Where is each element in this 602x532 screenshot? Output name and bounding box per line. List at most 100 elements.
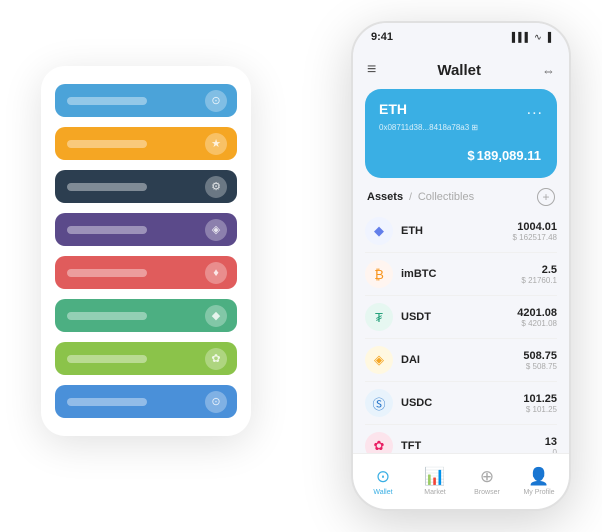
asset-name: TFT bbox=[401, 440, 545, 452]
asset-usd: $ 508.75 bbox=[523, 362, 557, 371]
card-label bbox=[67, 398, 147, 406]
asset-amount: 2.5 bbox=[521, 264, 557, 276]
expand-icon[interactable]: ⇔ bbox=[542, 63, 555, 78]
asset-amount: 508.75 bbox=[523, 350, 557, 362]
nav-icon: 👤 bbox=[528, 467, 549, 487]
asset-info: TFT bbox=[401, 440, 545, 452]
add-asset-button[interactable]: + bbox=[537, 188, 555, 206]
asset-info: ETH bbox=[401, 225, 513, 237]
asset-amounts: 13 0 bbox=[545, 436, 557, 454]
asset-name: DAI bbox=[401, 354, 523, 366]
status-bar: 9:41 ▌▌▌ ∿ ▐ bbox=[353, 23, 569, 51]
wallet-card-row[interactable]: ✿ bbox=[55, 342, 237, 375]
nav-icon: ⊙ bbox=[376, 467, 390, 487]
asset-amount: 101.25 bbox=[523, 393, 557, 405]
card-label bbox=[67, 140, 147, 148]
asset-usd: $ 21760.1 bbox=[521, 276, 557, 285]
asset-item[interactable]: ◈ DAI 508.75 $ 508.75 bbox=[365, 339, 557, 382]
wallet-card-row[interactable]: ⚙ bbox=[55, 170, 237, 203]
wallet-card-row[interactable]: ★ bbox=[55, 127, 237, 160]
header-title: Wallet bbox=[437, 62, 481, 79]
card-label bbox=[67, 183, 147, 191]
asset-logo-eth: ◆ bbox=[365, 217, 393, 245]
asset-amounts: 101.25 $ 101.25 bbox=[523, 393, 557, 414]
card-label bbox=[67, 226, 147, 234]
card-icon: ⊙ bbox=[205, 90, 227, 112]
asset-amounts: 1004.01 $ 162517.48 bbox=[513, 221, 558, 242]
card-icon: ♦ bbox=[205, 262, 227, 284]
nav-item-market[interactable]: 📊 Market bbox=[413, 467, 457, 496]
nav-item-wallet[interactable]: ⊙ Wallet bbox=[361, 467, 405, 496]
asset-amounts: 2.5 $ 21760.1 bbox=[521, 264, 557, 285]
wallet-card-row[interactable]: ⊙ bbox=[55, 84, 237, 117]
asset-logo-usdt: ₮ bbox=[365, 303, 393, 331]
tab-separator: / bbox=[409, 192, 412, 203]
battery-icon: ▐ bbox=[545, 32, 551, 42]
wallet-card-list: ⊙ ★ ⚙ ◈ ♦ ◆ ✿ ⊙ bbox=[41, 66, 251, 436]
asset-usd: $ 101.25 bbox=[523, 405, 557, 414]
nav-label: My Profile bbox=[523, 489, 554, 496]
eth-card-menu[interactable]: ... bbox=[527, 101, 543, 119]
asset-item[interactable]: Ⓢ USDC 101.25 $ 101.25 bbox=[365, 382, 557, 425]
wifi-icon: ∿ bbox=[534, 32, 542, 43]
asset-name: USDT bbox=[401, 311, 517, 323]
asset-logo-imbtc: ₿ bbox=[365, 260, 393, 288]
asset-item[interactable]: ◆ ETH 1004.01 $ 162517.48 bbox=[365, 210, 557, 253]
wallet-card-row[interactable]: ◆ bbox=[55, 299, 237, 332]
menu-icon[interactable]: ≡ bbox=[367, 61, 376, 79]
status-time: 9:41 bbox=[371, 31, 393, 43]
eth-card-top: ETH ... bbox=[379, 101, 543, 119]
nav-item-browser[interactable]: ⊕ Browser bbox=[465, 467, 509, 496]
nav-icon: 📊 bbox=[424, 467, 445, 487]
status-icons: ▌▌▌ ∿ ▐ bbox=[512, 32, 551, 43]
asset-item[interactable]: ✿ TFT 13 0 bbox=[365, 425, 557, 453]
tab-collectibles[interactable]: Collectibles bbox=[418, 191, 474, 203]
card-label bbox=[67, 269, 147, 277]
asset-info: imBTC bbox=[401, 268, 521, 280]
wallet-card-row[interactable]: ♦ bbox=[55, 256, 237, 289]
card-icon: ★ bbox=[205, 133, 227, 155]
asset-item[interactable]: ₿ imBTC 2.5 $ 21760.1 bbox=[365, 253, 557, 296]
asset-name: ETH bbox=[401, 225, 513, 237]
asset-usd: $ 4201.08 bbox=[517, 319, 557, 328]
asset-name: USDC bbox=[401, 397, 523, 409]
asset-logo-tft: ✿ bbox=[365, 432, 393, 453]
asset-list: ◆ ETH 1004.01 $ 162517.48 ₿ imBTC 2.5 $ … bbox=[353, 210, 569, 453]
nav-icon: ⊕ bbox=[480, 467, 494, 487]
wallet-card-row[interactable]: ◈ bbox=[55, 213, 237, 246]
assets-tabs: Assets / Collectibles + bbox=[353, 188, 569, 206]
nav-label: Wallet bbox=[373, 489, 392, 496]
card-icon: ◈ bbox=[205, 219, 227, 241]
bottom-nav: ⊙ Wallet 📊 Market ⊕ Browser 👤 My Profile bbox=[353, 453, 569, 509]
asset-name: imBTC bbox=[401, 268, 521, 280]
asset-logo-dai: ◈ bbox=[365, 346, 393, 374]
nav-label: Browser bbox=[474, 489, 500, 496]
eth-card-balance: $189,089.11 bbox=[379, 140, 543, 166]
phone-frame: 9:41 ▌▌▌ ∿ ▐ ≡ Wallet ⇔ ETH ... 0x08711d… bbox=[351, 21, 571, 511]
asset-amount: 1004.01 bbox=[513, 221, 558, 233]
asset-amount: 4201.08 bbox=[517, 307, 557, 319]
card-icon: ⚙ bbox=[205, 176, 227, 198]
asset-usd: $ 162517.48 bbox=[513, 233, 558, 242]
eth-card-name: ETH bbox=[379, 101, 407, 117]
asset-amounts: 508.75 $ 508.75 bbox=[523, 350, 557, 371]
nav-label: Market bbox=[424, 489, 445, 496]
asset-item[interactable]: ₮ USDT 4201.08 $ 4201.08 bbox=[365, 296, 557, 339]
wallet-card-row[interactable]: ⊙ bbox=[55, 385, 237, 418]
card-icon: ⊙ bbox=[205, 391, 227, 413]
tab-assets[interactable]: Assets bbox=[367, 191, 403, 203]
scene: ⊙ ★ ⚙ ◈ ♦ ◆ ✿ ⊙ 9:41 ▌▌▌ bbox=[11, 11, 591, 521]
eth-card-address: 0x08711d38...8418a78a3 ⊞ bbox=[379, 123, 543, 132]
signal-icon: ▌▌▌ bbox=[512, 32, 531, 42]
asset-info: USDT bbox=[401, 311, 517, 323]
asset-amount: 13 bbox=[545, 436, 557, 448]
card-label bbox=[67, 97, 147, 105]
asset-info: DAI bbox=[401, 354, 523, 366]
tabs-left: Assets / Collectibles bbox=[367, 191, 474, 203]
card-icon: ✿ bbox=[205, 348, 227, 370]
asset-logo-usdc: Ⓢ bbox=[365, 389, 393, 417]
nav-item-my-profile[interactable]: 👤 My Profile bbox=[517, 467, 561, 496]
asset-info: USDC bbox=[401, 397, 523, 409]
asset-amounts: 4201.08 $ 4201.08 bbox=[517, 307, 557, 328]
eth-card[interactable]: ETH ... 0x08711d38...8418a78a3 ⊞ $189,08… bbox=[365, 89, 557, 178]
